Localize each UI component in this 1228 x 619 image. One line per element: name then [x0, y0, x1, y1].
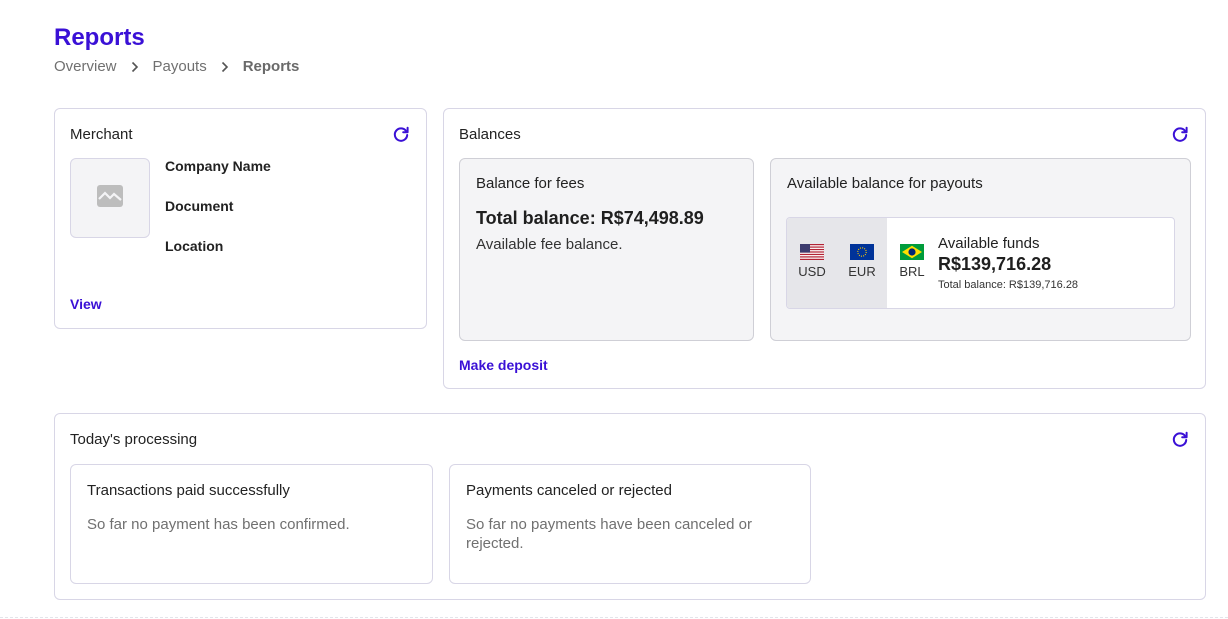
eu-flag-icon — [850, 244, 874, 260]
location-label: Location — [165, 238, 224, 254]
merchant-title: Merchant — [70, 126, 133, 143]
page-title: Reports — [54, 24, 145, 51]
breadcrumb: Overview Payouts Reports — [54, 58, 299, 75]
currency-eur[interactable]: EUR — [845, 244, 879, 279]
currency-usd-label: USD — [798, 264, 826, 279]
fees-balance-title: Balance for fees — [476, 175, 585, 192]
canceled-payments-card: Payments canceled or rejected So far no … — [449, 464, 811, 584]
available-funds-label: Available funds — [938, 235, 1040, 252]
paid-transactions-title: Transactions paid successfully — [87, 482, 290, 499]
view-merchant-link[interactable]: View — [70, 296, 102, 312]
processing-card: Today's processing Transactions paid suc… — [54, 413, 1206, 600]
breadcrumb-overview[interactable]: Overview — [54, 58, 117, 75]
brazil-flag-icon — [900, 244, 924, 260]
chevron-right-icon — [221, 61, 229, 73]
currency-brl-label: BRL — [899, 264, 925, 279]
fees-note: Available fee balance. — [476, 236, 623, 253]
document-label: Document — [165, 198, 234, 214]
canceled-payments-message: So far no payments have been canceled or… — [466, 516, 753, 552]
broken-image-icon — [96, 184, 124, 213]
currency-usd[interactable]: USD — [795, 244, 829, 279]
payouts-balance-title: Available balance for payouts — [787, 175, 983, 192]
processing-title: Today's processing — [70, 431, 198, 448]
fees-balance-card: Balance for fees Total balance: R$74,498… — [459, 158, 754, 341]
paid-transactions-card: Transactions paid successfully So far no… — [70, 464, 433, 584]
paid-transactions-message: So far no payment has been confirmed. — [87, 516, 350, 533]
currency-brl[interactable]: BRL — [895, 244, 929, 279]
currency-eur-label: EUR — [848, 264, 876, 279]
canceled-payments-title: Payments canceled or rejected — [466, 482, 672, 499]
fees-total-balance: Total balance: R$74,498.89 — [476, 208, 704, 228]
balances-card: Balances Balance for fees Total balance:… — [443, 108, 1206, 389]
balances-title: Balances — [459, 126, 521, 143]
funds-total-balance: Total balance: R$139,716.28 — [938, 279, 1079, 291]
available-funds-amount: R$139,716.28 — [938, 254, 1052, 274]
payouts-balance-card: Available balance for payouts USD EUR BR… — [770, 158, 1191, 341]
refresh-icon[interactable] — [392, 126, 410, 144]
breadcrumb-payouts[interactable]: Payouts — [153, 58, 207, 75]
company-name-label: Company Name — [165, 158, 271, 174]
merchant-logo — [70, 158, 150, 238]
chevron-right-icon — [131, 61, 139, 73]
refresh-icon[interactable] — [1171, 126, 1189, 144]
refresh-icon[interactable] — [1171, 431, 1189, 449]
page-bottom-divider — [0, 617, 1228, 618]
breadcrumb-reports: Reports — [242, 58, 300, 75]
make-deposit-link[interactable]: Make deposit — [459, 357, 548, 373]
us-flag-icon — [800, 244, 824, 260]
funds-box: USD EUR BRL Available funds R$139,716.28… — [786, 217, 1175, 309]
merchant-card: Merchant Company Name Document Location … — [54, 108, 427, 329]
